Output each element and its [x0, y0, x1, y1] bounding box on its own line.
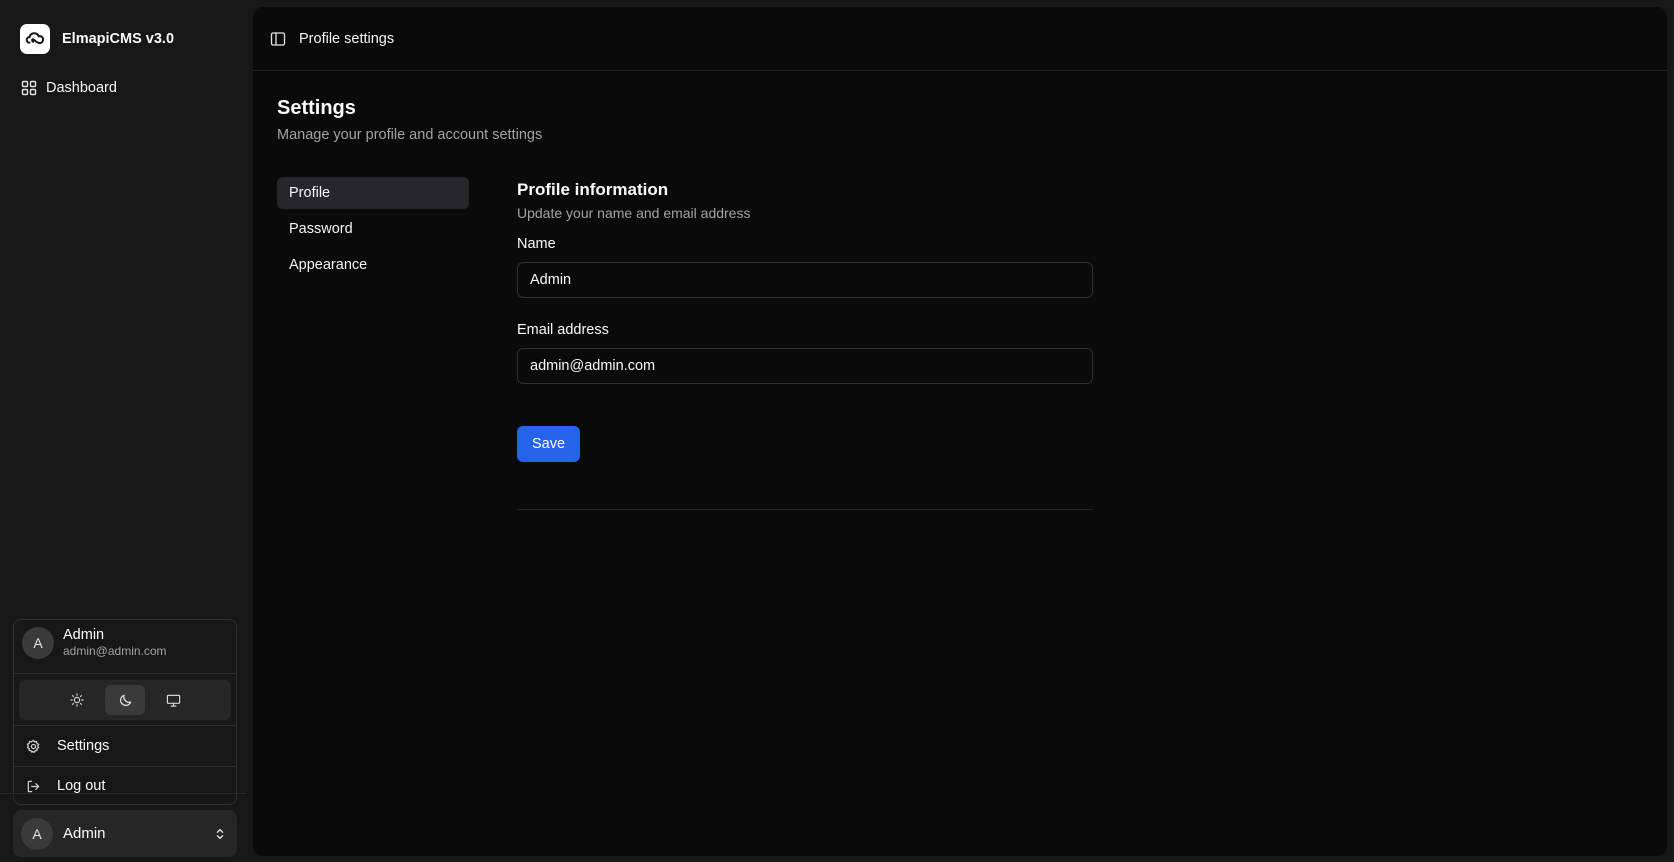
topbar: Profile settings — [253, 7, 1667, 71]
app-root: ElmapiCMS v3.0 Dashboard A Admin admin@a… — [0, 0, 1674, 862]
section-subtitle: Update your name and email address — [517, 205, 751, 221]
theme-dark-button[interactable] — [105, 685, 145, 715]
page-subtitle: Manage your profile and account settings — [277, 127, 543, 143]
sidebar-toggle-icon[interactable] — [270, 31, 286, 47]
settings-nav-password[interactable]: Password — [277, 213, 469, 245]
menu-user-email: admin@admin.com — [63, 644, 167, 658]
email-label: Email address — [517, 322, 609, 338]
chevrons-up-down-icon — [213, 827, 227, 841]
email-field[interactable] — [517, 348, 1093, 384]
avatar: A — [22, 627, 54, 659]
sidebar-footer-divider — [0, 793, 246, 794]
profile-form: Profile information Update your name and… — [517, 179, 1093, 510]
brand-name: ElmapiCMS v3.0 — [62, 31, 175, 47]
theme-system-button[interactable] — [153, 685, 193, 715]
sidebar-item-label: Dashboard — [46, 80, 117, 96]
menu-user-info: A Admin admin@admin.com — [22, 627, 167, 659]
gear-icon — [26, 739, 41, 754]
theme-light-button[interactable] — [57, 685, 97, 715]
section-title: Profile information — [517, 180, 669, 199]
main-panel: Profile settings Settings Manage your pr… — [253, 7, 1667, 856]
save-button[interactable]: Save — [517, 426, 580, 462]
moon-icon — [118, 693, 133, 708]
page-title: Settings — [277, 97, 356, 119]
sun-icon — [70, 693, 84, 707]
section-divider — [517, 509, 1093, 510]
name-label: Name — [517, 236, 556, 252]
sidebar: ElmapiCMS v3.0 Dashboard A Admin admin@a… — [0, 0, 252, 862]
name-field[interactable] — [517, 262, 1093, 298]
logout-icon — [26, 779, 41, 794]
menu-divider — [14, 725, 236, 726]
theme-switcher — [19, 680, 231, 720]
menu-item-label: Log out — [57, 778, 106, 794]
brand[interactable]: ElmapiCMS v3.0 — [20, 24, 174, 54]
menu-item-label: Settings — [57, 738, 110, 754]
avatar: A — [21, 817, 53, 850]
menu-item-logout[interactable]: Log out — [14, 767, 236, 805]
sidebar-item-dashboard[interactable]: Dashboard — [12, 73, 240, 103]
user-name: Admin — [63, 825, 106, 842]
user-menu: A Admin admin@admin.com Settings Log out — [13, 619, 237, 805]
settings-nav-appearance[interactable]: Appearance — [277, 249, 469, 281]
breadcrumb-title: Profile settings — [299, 30, 395, 47]
grid-icon — [21, 80, 37, 96]
brand-logo-icon — [20, 24, 50, 54]
menu-item-settings[interactable]: Settings — [14, 727, 236, 765]
settings-nav: Profile Password Appearance — [277, 177, 469, 285]
menu-user-name: Admin — [63, 627, 105, 643]
user-menu-trigger[interactable]: A Admin — [13, 810, 237, 857]
menu-divider — [14, 673, 236, 674]
settings-nav-profile[interactable]: Profile — [277, 177, 469, 209]
monitor-icon — [166, 693, 181, 708]
